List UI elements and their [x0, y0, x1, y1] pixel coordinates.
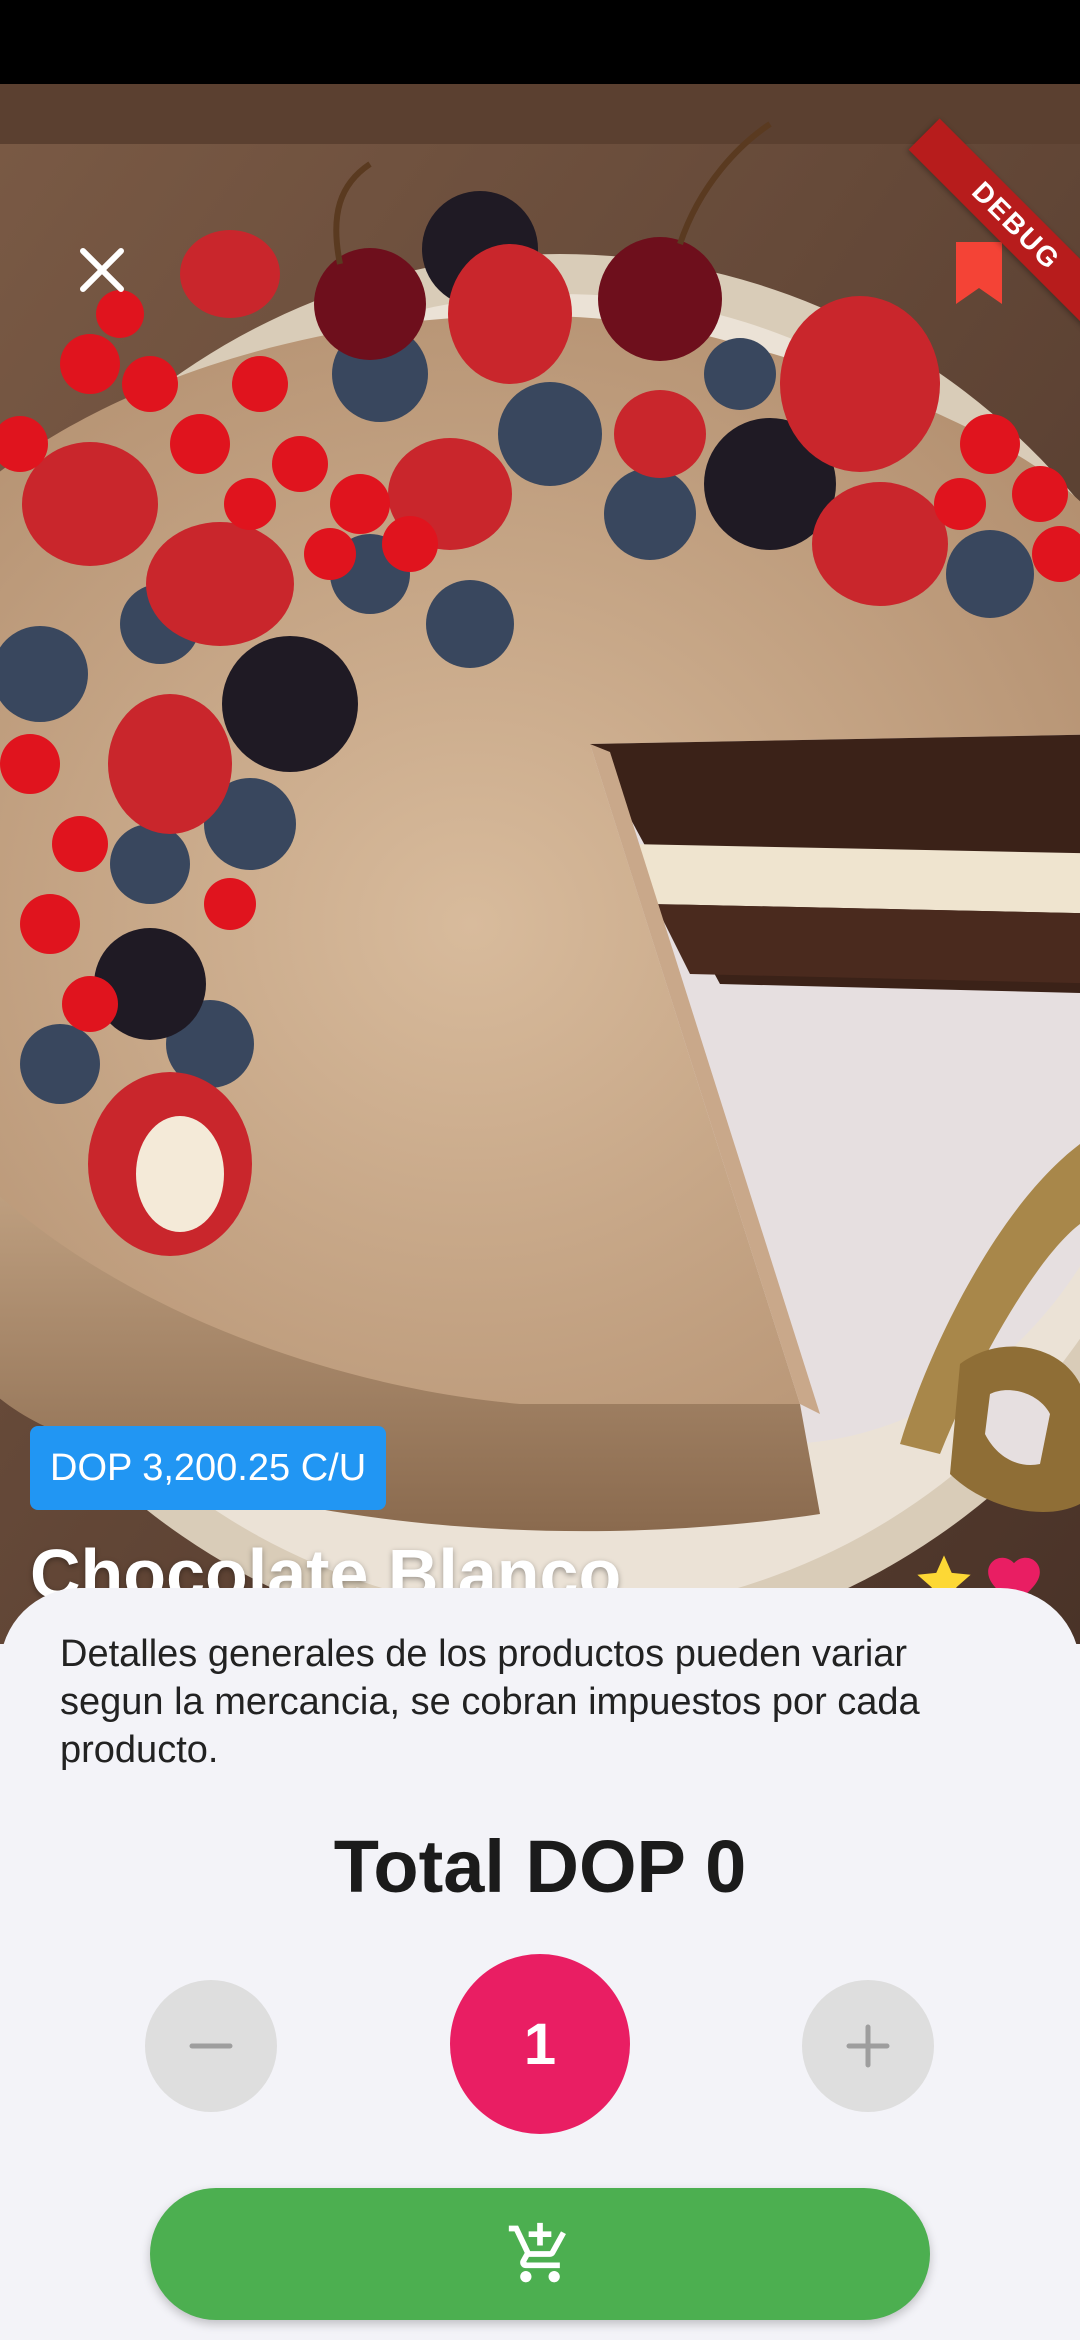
add-to-cart-button[interactable]: [150, 2188, 930, 2320]
status-bar: [0, 0, 1080, 84]
bookmark-icon: [956, 242, 1002, 304]
product-image: DEBUG DOP 3,200.25 C/U Chocolate Blanco: [0, 84, 1080, 1644]
detail-sheet: Detalles generales de los productos pued…: [0, 1588, 1080, 2340]
minus-icon: [189, 2043, 233, 2049]
close-button[interactable]: [62, 230, 142, 310]
cake-photo: [0, 84, 1080, 1644]
plus-icon: [846, 2024, 890, 2068]
price-badge: DOP 3,200.25 C/U: [30, 1426, 387, 1510]
quantity-display: 1: [450, 1954, 630, 2134]
decrease-quantity-button[interactable]: [145, 1980, 277, 2112]
total-label: Total DOP 0: [333, 1825, 747, 1908]
product-description: Detalles generales de los productos pued…: [60, 1633, 920, 1771]
bookmark-button[interactable]: [950, 240, 1008, 306]
add-shopping-cart-icon: [508, 2222, 566, 2283]
increase-quantity-button[interactable]: [802, 1980, 934, 2112]
product-detail-screen: DEBUG DOP 3,200.25 C/U Chocolate Blanco …: [0, 0, 1080, 2340]
close-icon: [80, 248, 124, 292]
